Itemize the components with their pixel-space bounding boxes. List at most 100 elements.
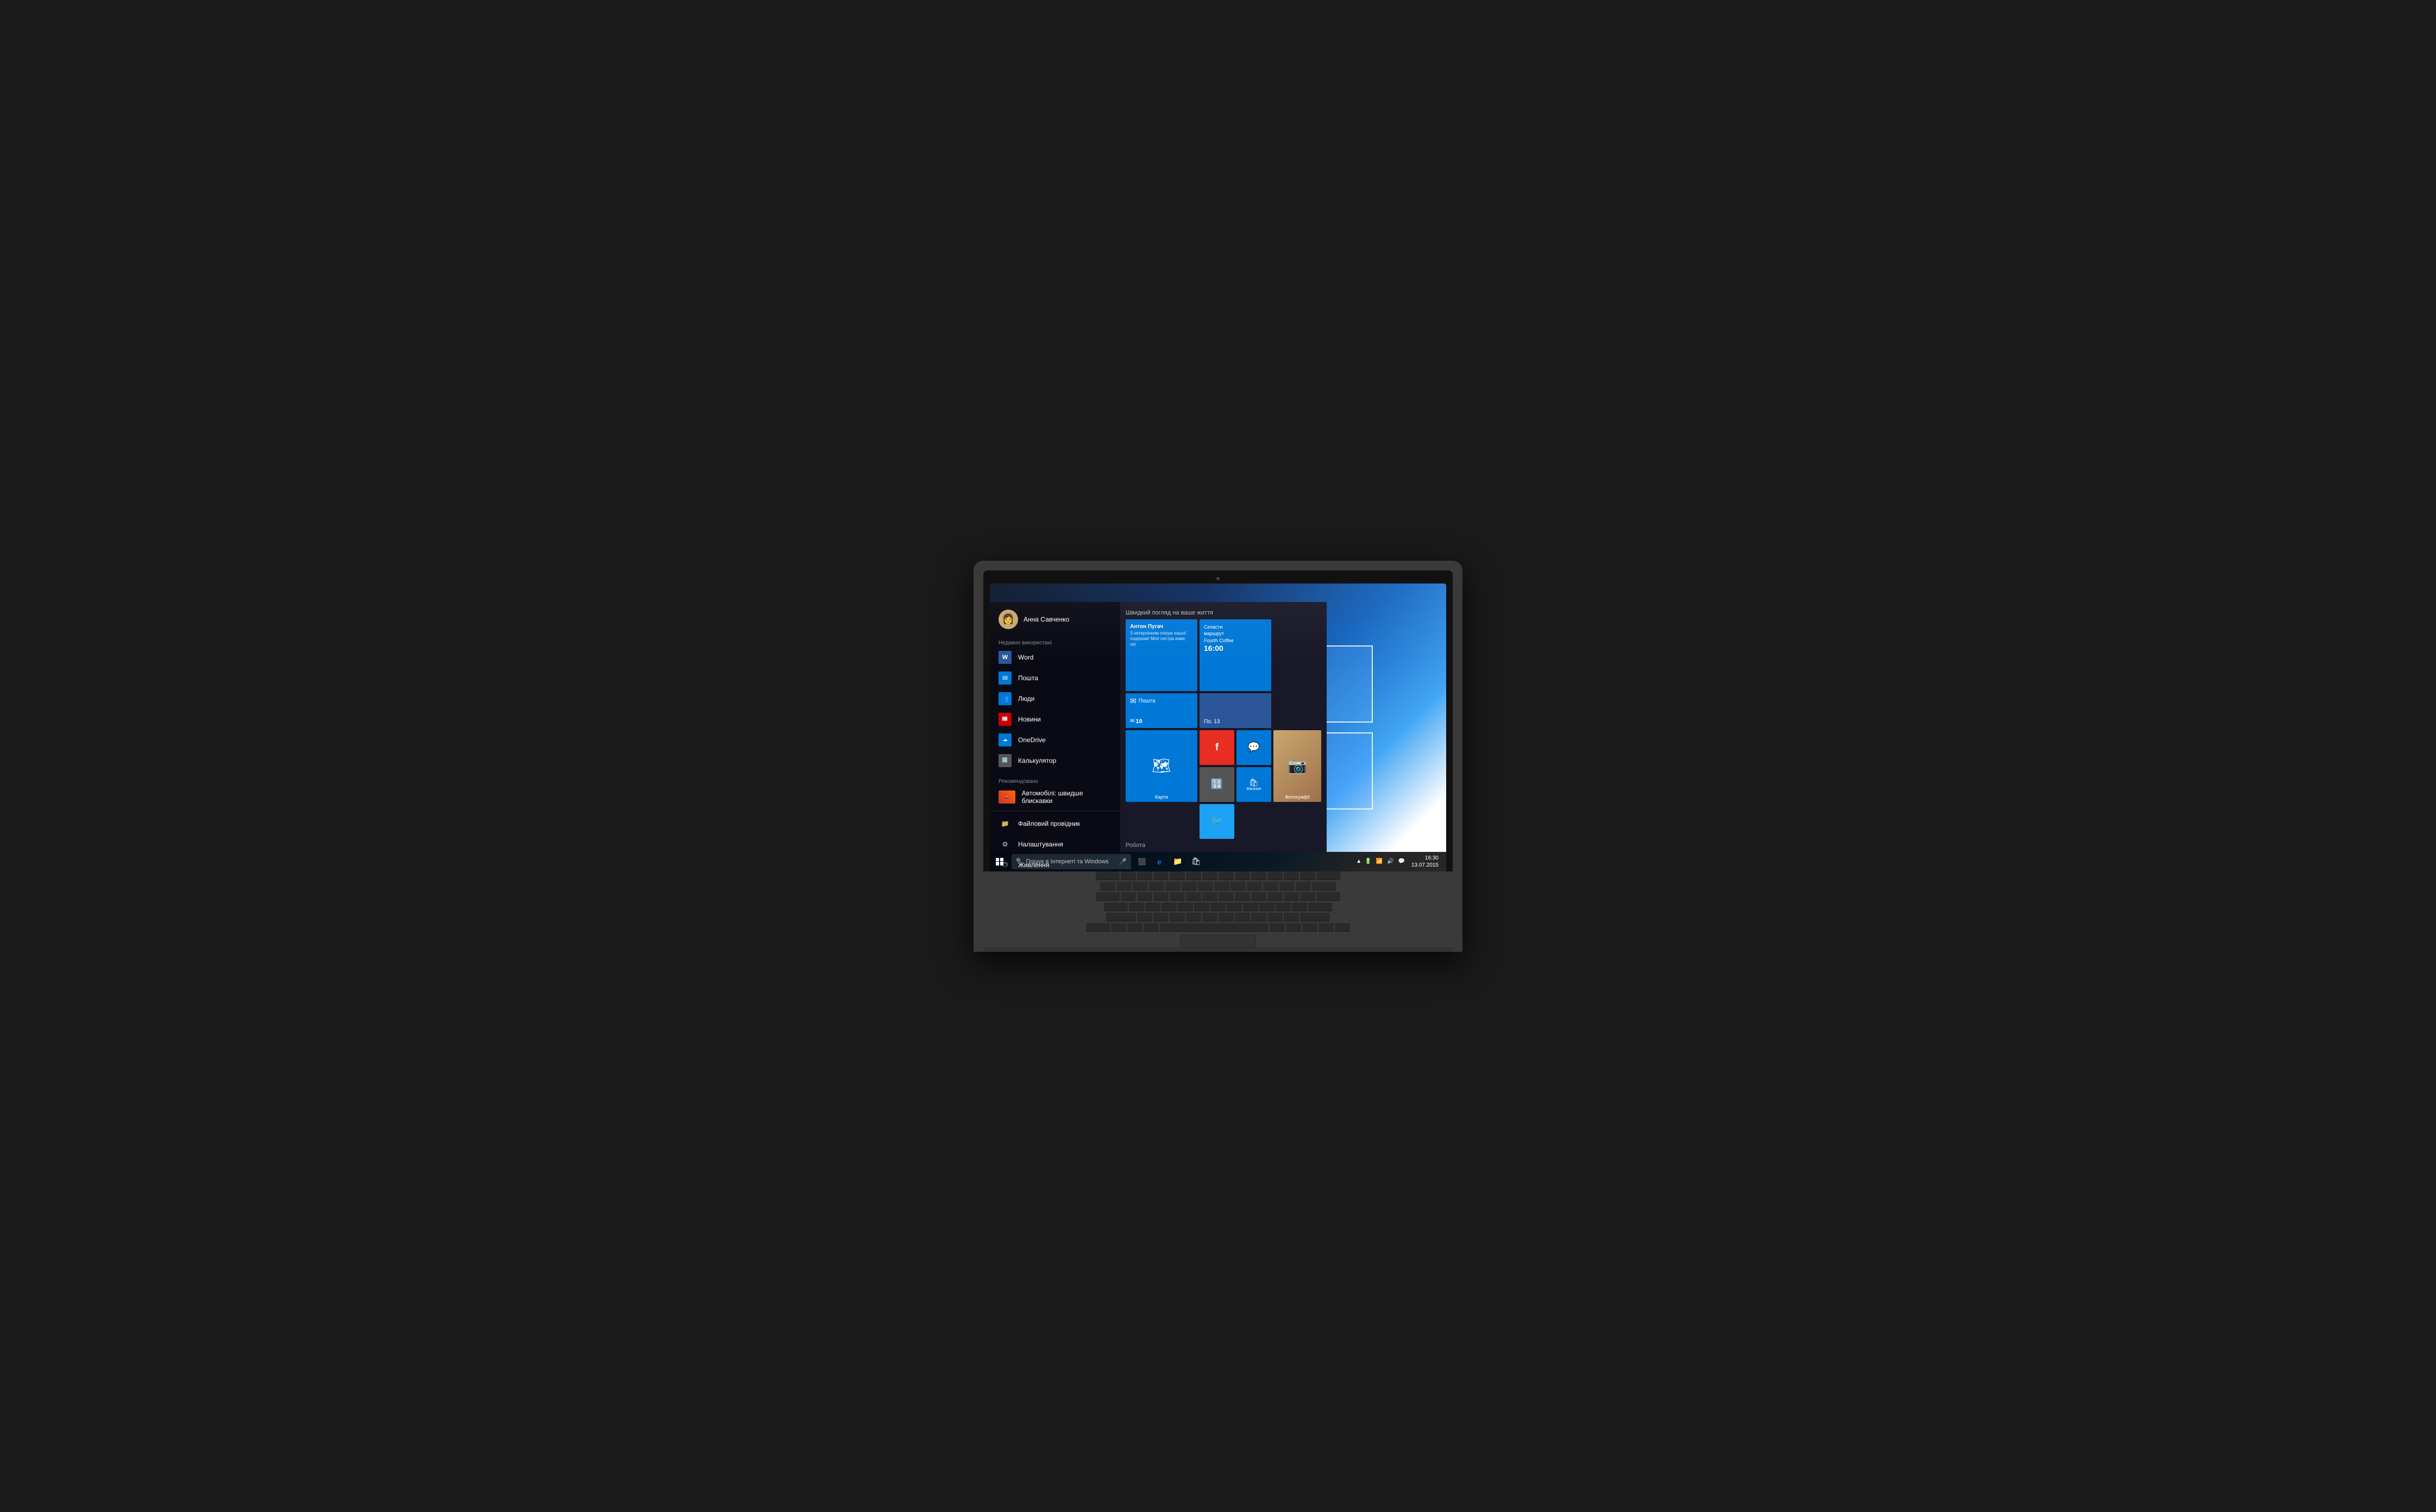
key-t (1186, 892, 1201, 901)
key-tab (1096, 892, 1120, 901)
calc-label: Калькулятор (1018, 757, 1056, 764)
tile-anton[interactable]: Антон Пугач З нетерпінням очікую нашої п… (1126, 619, 1197, 691)
chevron-up-icon[interactable]: ▲ (1356, 858, 1361, 864)
key-enter (1316, 892, 1340, 901)
tile-twitter[interactable]: 🐦 (1200, 804, 1234, 839)
tile-photos[interactable]: 📷 Фотографії (1273, 730, 1321, 802)
key-6 (1198, 882, 1213, 890)
key-arrow-r (1335, 923, 1350, 932)
key-c (1170, 913, 1185, 921)
notification-icon: 💬 (1398, 858, 1404, 864)
key-enter-2 (1308, 902, 1332, 911)
key-j (1227, 902, 1242, 911)
store-button[interactable]: 🛍 (1188, 853, 1205, 870)
laptop-bottom (983, 948, 1453, 952)
key-s (1145, 902, 1160, 911)
app-item-calc[interactable]: 🔢 Калькулятор (990, 750, 1120, 771)
store-taskbar-icon: 🛍 (1191, 857, 1201, 866)
key-i (1235, 892, 1250, 901)
key-row-2 (1012, 882, 1424, 890)
key-h (1210, 902, 1226, 911)
app-item-cars[interactable]: 🚗 Автомобілі: швидше блискавки (990, 786, 1120, 808)
key-row-1 (1012, 871, 1424, 880)
key-semicolon (1276, 902, 1291, 911)
task-view-button[interactable]: ⬛ (1133, 853, 1151, 870)
photos-icon: 📷 (1288, 757, 1307, 775)
key-row-4 (1012, 902, 1424, 911)
app-item-onedrive[interactable]: ☁ OneDrive (990, 730, 1120, 750)
bottom-items: 📁 Файловий провідник ⚙ Налаштування ⏻ Жи… (990, 808, 1120, 871)
app-item-mail[interactable]: ✉ Пошта (990, 668, 1120, 688)
key-shift-r (1300, 913, 1330, 921)
key-row-3 (1012, 892, 1424, 901)
people-icon: 👥 (999, 692, 1012, 705)
taskbar-pinned: e 📁 🛍 (1151, 853, 1205, 870)
anton-text: З нетерпінням очікую нашої подорожі! Моя… (1130, 631, 1193, 648)
tile-route[interactable]: Скластимаршрут Fourth Coffee 16:00 (1200, 619, 1271, 691)
recently-used-label: Недавно використані (990, 637, 1120, 647)
tile-maps[interactable]: 🗺 Карти (1126, 730, 1197, 802)
mail-envelope-small: ✉ (1130, 718, 1134, 724)
files-button[interactable]: 📁 (1169, 853, 1186, 870)
user-name: Анна Савченко (1024, 616, 1069, 623)
edge-button[interactable]: e (1151, 853, 1168, 870)
key-caps (1104, 902, 1128, 911)
key-minus (1279, 882, 1295, 890)
tile-store[interactable]: 🛍 Магазин (1236, 767, 1271, 802)
tile-flipboard[interactable]: f (1200, 730, 1234, 765)
key-f11 (1284, 871, 1299, 880)
screen-bezel: 👩 Анна Савченко Недавно використані W Wo… (983, 570, 1453, 871)
app-item-people[interactable]: 👥 Люди (990, 688, 1120, 709)
calc-tile-icon: 🔢 (1211, 779, 1223, 790)
key-backspace (1312, 882, 1336, 890)
mail-count-area: ✉ 10 (1130, 718, 1142, 725)
start-menu-left: 👩 Анна Савченко Недавно використані W Wo… (990, 602, 1120, 852)
key-bracket-l (1284, 892, 1299, 901)
key-ctrl-l (1086, 923, 1110, 932)
touchpad[interactable] (1180, 935, 1256, 948)
key-win (1127, 923, 1142, 932)
anton-name: Антон Пугач (1130, 624, 1163, 630)
key-comma (1251, 913, 1266, 921)
app-item-word[interactable]: W Word (990, 647, 1120, 668)
tile-messaging[interactable]: 💬 (1236, 730, 1271, 765)
clock[interactable]: 16:30 13.07.2015 (1408, 855, 1442, 869)
key-esc (1096, 871, 1120, 880)
avatar: 👩 (999, 610, 1018, 629)
maps-icon: 🗺 (1152, 757, 1171, 775)
key-k (1243, 902, 1258, 911)
volume-icon: 🔊 (1387, 858, 1393, 864)
tile-row-2: ✉ Пошта ✉ 10 По. 13 (1126, 693, 1321, 728)
app-item-news[interactable]: 📰 Новини (990, 709, 1120, 730)
key-5 (1182, 882, 1197, 890)
robota-section: Робота W P N X (1126, 842, 1321, 852)
key-f10 (1267, 871, 1283, 880)
edge-icon: e (1157, 857, 1162, 866)
keyboard (1012, 871, 1424, 932)
key-9 (1247, 882, 1262, 890)
key-bracket-r (1300, 892, 1315, 901)
mail-label: Пошта (1018, 674, 1038, 682)
key-8 (1230, 882, 1246, 890)
start-menu: 👩 Анна Савченко Недавно використані W Wo… (990, 602, 1327, 852)
key-g (1194, 902, 1209, 911)
user-section[interactable]: 👩 Анна Савченко (990, 602, 1120, 637)
key-f12 (1300, 871, 1315, 880)
key-equals (1296, 882, 1311, 890)
calc-twitter-col: 🔢 🐦 (1200, 767, 1234, 839)
tile-calendar[interactable]: По. 13 (1200, 693, 1271, 728)
files-item[interactable]: 📁 Файловий провідник (990, 813, 1120, 834)
route-time: 16:00 (1204, 644, 1223, 653)
power-item[interactable]: ⏻ Живлення (990, 855, 1120, 871)
power-icon: ⏻ (999, 858, 1012, 871)
settings-item[interactable]: ⚙ Налаштування (990, 834, 1120, 855)
key-arrow-u (1302, 923, 1317, 932)
key-3 (1149, 882, 1164, 890)
key-quote (1292, 902, 1307, 911)
route-subtitle: Fourth Coffee (1204, 637, 1234, 644)
tile-mail-live[interactable]: ✉ Пошта ✉ 10 (1126, 693, 1197, 728)
mail-icon: ✉ (999, 672, 1012, 685)
mail-count: 10 (1135, 718, 1142, 725)
key-4 (1165, 882, 1181, 890)
tile-calc[interactable]: 🔢 (1200, 767, 1234, 802)
